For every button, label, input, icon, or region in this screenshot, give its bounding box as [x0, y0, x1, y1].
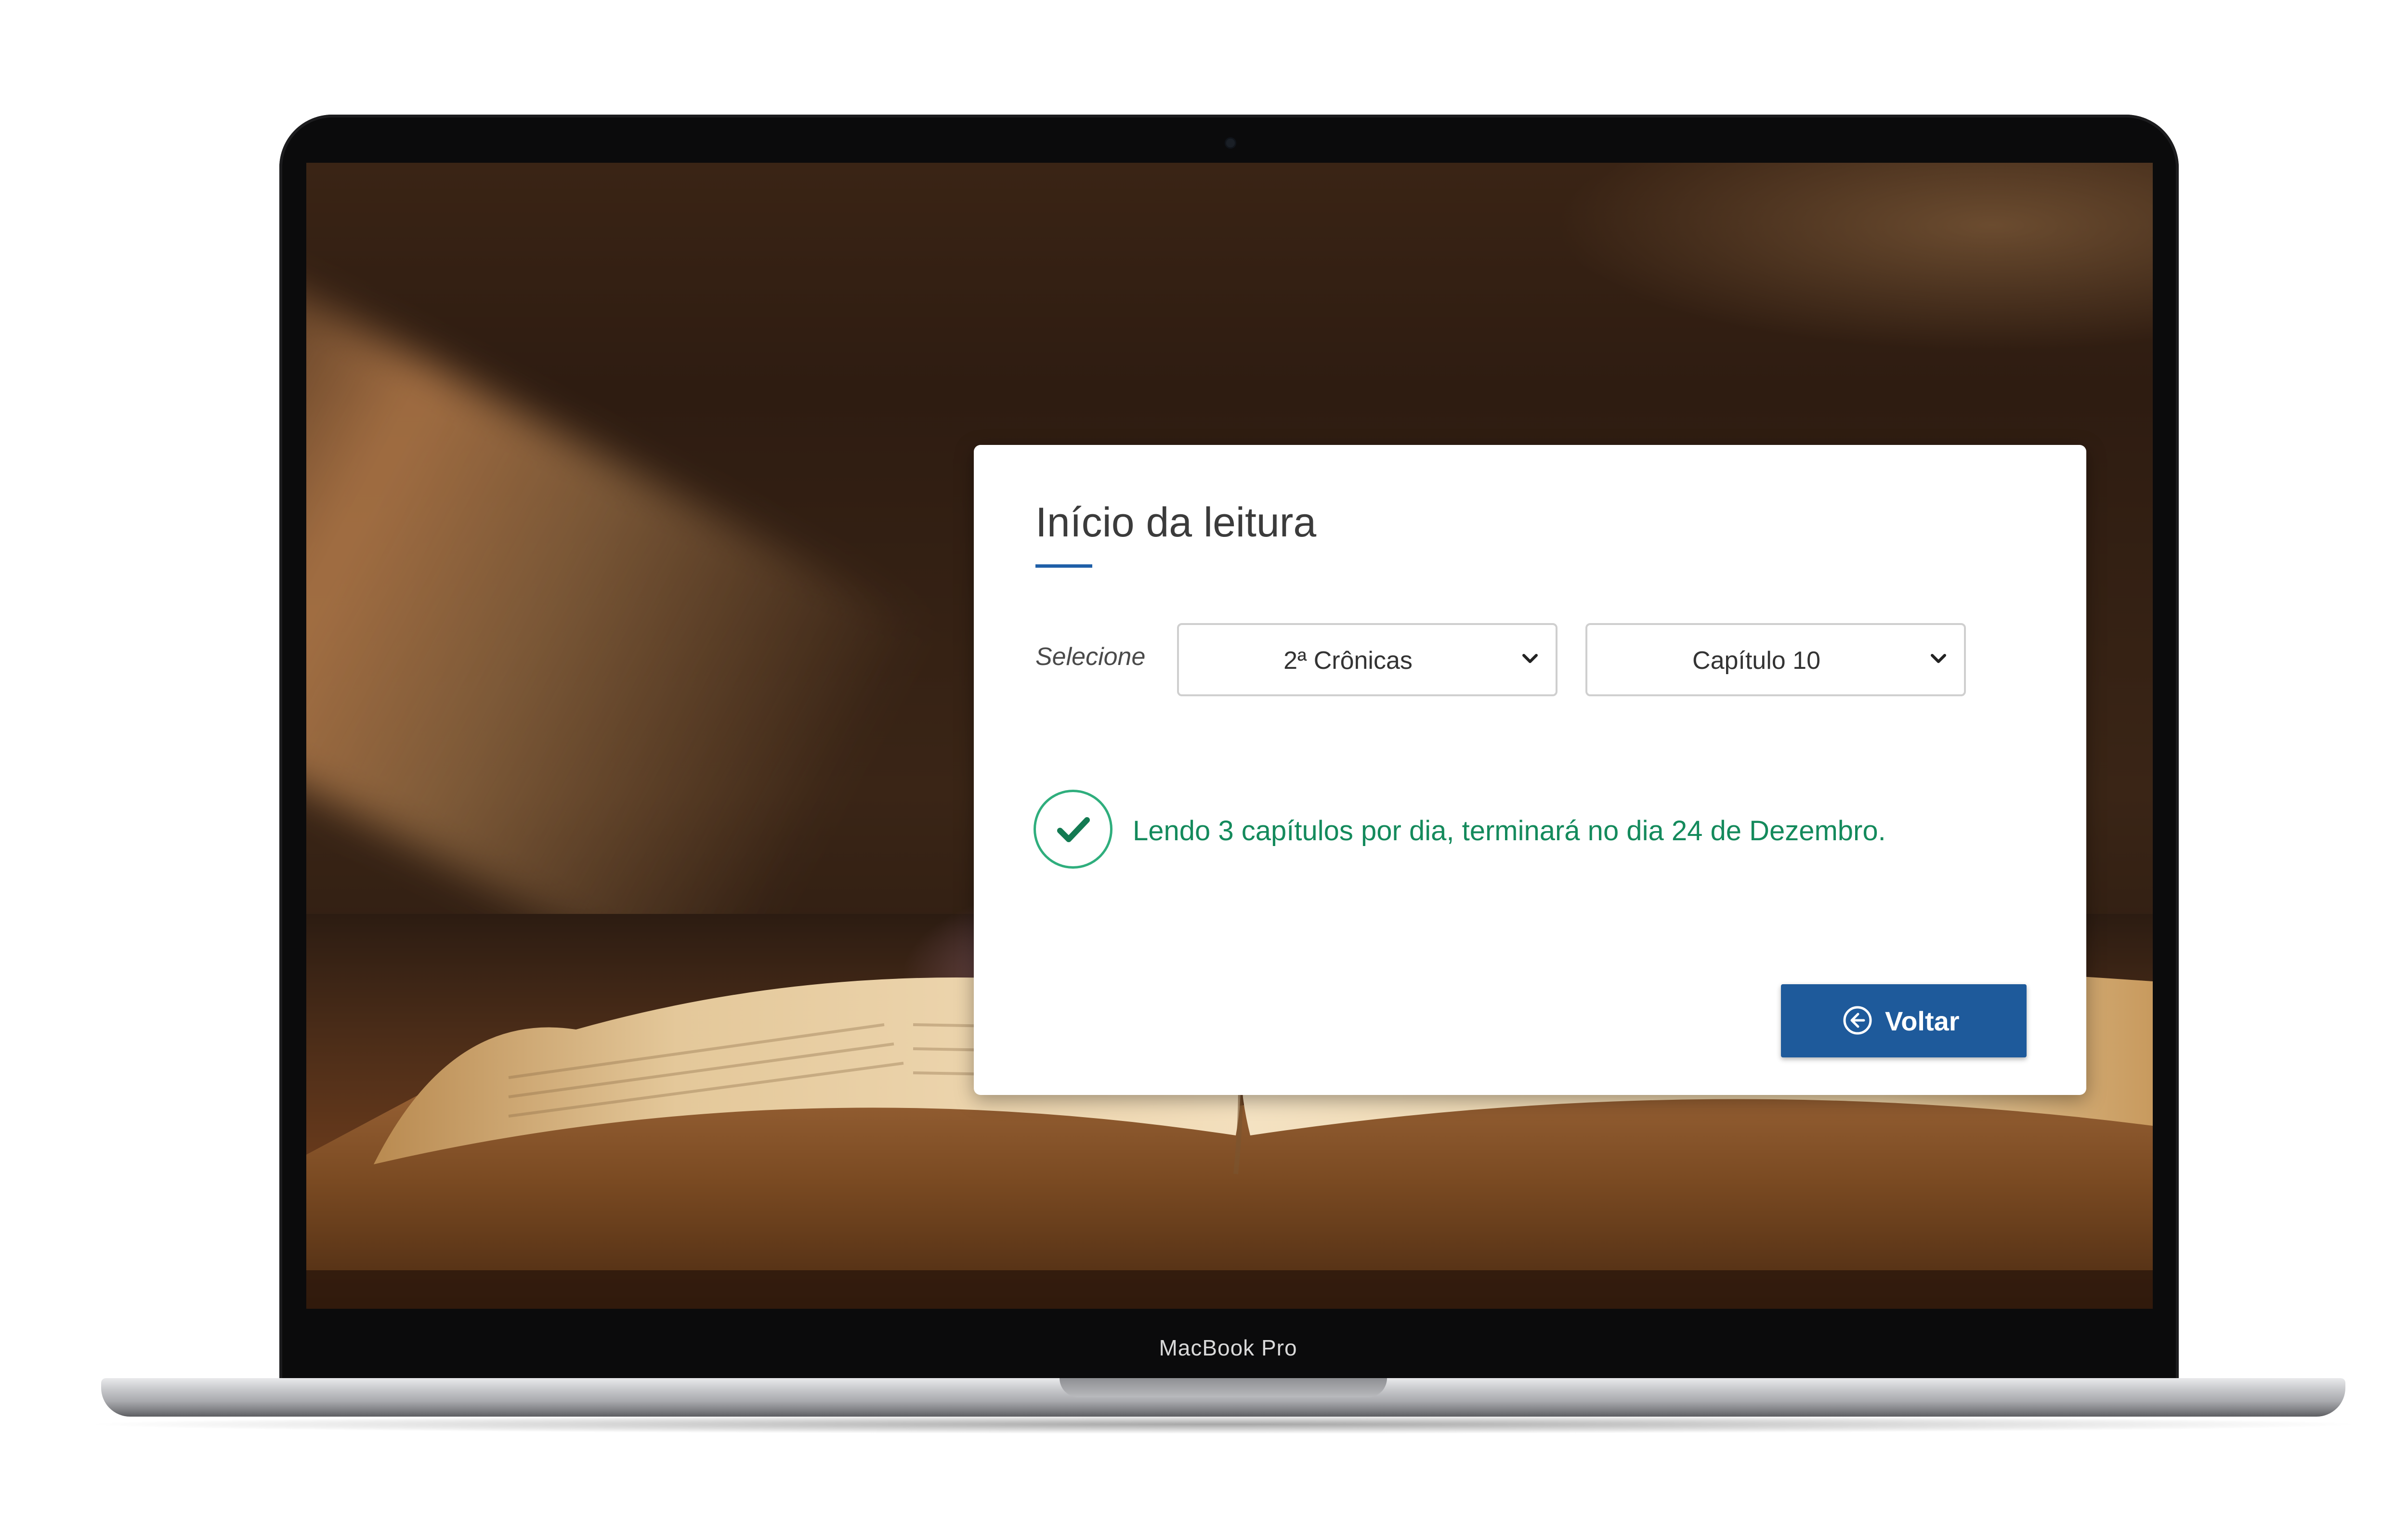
- chevron-down-icon: [1522, 654, 1538, 663]
- select-label: Selecione: [1035, 643, 1146, 671]
- title-underline: [1035, 564, 1092, 568]
- device-label: MacBook Pro: [1159, 1335, 1297, 1360]
- laptop-base-shadow: [77, 1415, 2369, 1434]
- laptop-base-notch: [1060, 1378, 1387, 1397]
- check-circle-icon: [1034, 790, 1112, 869]
- arrow-left-circle-icon: [1843, 1006, 1872, 1035]
- back-button-label: Voltar: [1885, 1006, 1960, 1036]
- reading-start-modal: Início da leitura Selecione 2ª Crônicas …: [974, 445, 2086, 1095]
- chapter-select[interactable]: Capítulo 10: [1585, 623, 1966, 696]
- check-icon: [1057, 817, 1090, 842]
- book-select[interactable]: 2ª Crônicas: [1177, 623, 1557, 696]
- back-button[interactable]: Voltar: [1781, 984, 2027, 1057]
- book-select-value: 2ª Crônicas: [1283, 647, 1413, 675]
- stage: Início da leitura Selecione 2ª Crônicas …: [0, 0, 2408, 1537]
- back-button-content: Voltar: [1843, 1005, 1960, 1037]
- screen: Início da leitura Selecione 2ª Crônicas …: [306, 163, 2153, 1309]
- chapter-select-value: Capítulo 10: [1692, 647, 1820, 675]
- modal-title: Início da leitura: [1035, 499, 1317, 546]
- chevron-down-icon: [1931, 654, 1946, 663]
- camera-icon: [1226, 139, 1235, 147]
- status-message: Lendo 3 capítulos por dia, terminará no …: [1133, 815, 1886, 847]
